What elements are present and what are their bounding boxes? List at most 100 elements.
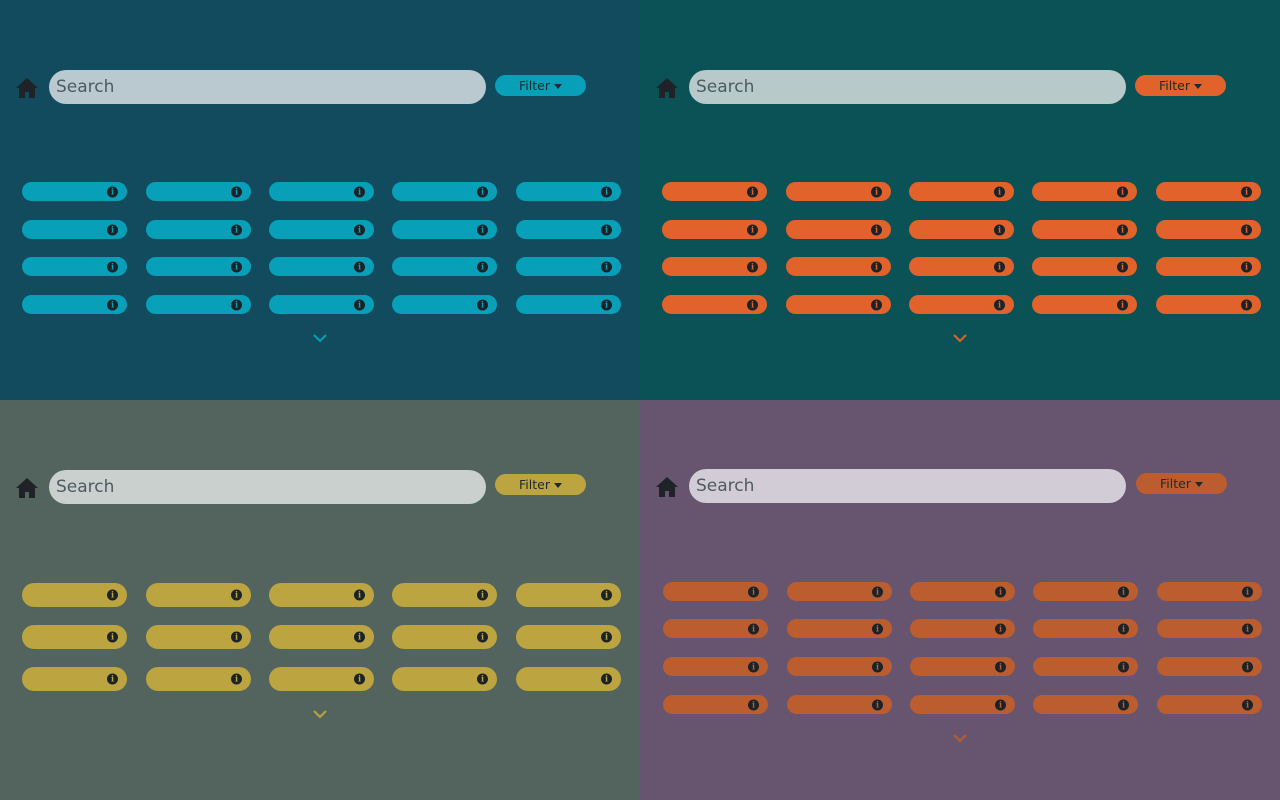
info-icon[interactable]: i	[995, 623, 1006, 634]
info-icon[interactable]: i	[107, 589, 118, 601]
info-icon[interactable]: i	[231, 299, 242, 310]
info-icon[interactable]: i	[1241, 261, 1252, 272]
filter-button[interactable]: Filter	[495, 474, 586, 495]
grid-item[interactable]: i	[662, 220, 767, 239]
info-icon[interactable]: i	[231, 673, 242, 685]
grid-item[interactable]: i	[910, 657, 1015, 676]
info-icon[interactable]: i	[871, 224, 882, 235]
info-icon[interactable]: i	[1118, 586, 1129, 597]
grid-item[interactable]: i	[1156, 295, 1261, 314]
info-icon[interactable]: i	[1241, 224, 1252, 235]
info-icon[interactable]: i	[1118, 699, 1129, 710]
info-icon[interactable]: i	[231, 186, 242, 197]
info-icon[interactable]: i	[1242, 623, 1253, 634]
info-icon[interactable]: i	[1242, 699, 1253, 710]
grid-item[interactable]: i	[392, 220, 497, 239]
info-icon[interactable]: i	[1241, 186, 1252, 197]
info-icon[interactable]: i	[994, 224, 1005, 235]
grid-item[interactable]: i	[663, 657, 768, 676]
grid-item[interactable]: i	[787, 657, 892, 676]
info-icon[interactable]: i	[477, 186, 488, 197]
info-icon[interactable]: i	[231, 261, 242, 272]
grid-item[interactable]: i	[146, 667, 251, 691]
grid-item[interactable]: i	[516, 295, 621, 314]
grid-item[interactable]: i	[392, 295, 497, 314]
info-icon[interactable]: i	[354, 186, 365, 197]
info-icon[interactable]: i	[1242, 586, 1253, 597]
chevron-down-icon[interactable]	[953, 334, 967, 343]
info-icon[interactable]: i	[1118, 661, 1129, 672]
chevron-down-icon[interactable]	[313, 334, 327, 343]
search-input[interactable]	[689, 469, 1126, 503]
grid-item[interactable]: i	[663, 619, 768, 638]
grid-item[interactable]: i	[662, 295, 767, 314]
info-icon[interactable]: i	[107, 673, 118, 685]
grid-item[interactable]: i	[22, 667, 127, 691]
grid-item[interactable]: i	[1157, 582, 1262, 601]
info-icon[interactable]: i	[871, 299, 882, 310]
home-icon[interactable]	[655, 77, 679, 99]
grid-item[interactable]: i	[269, 625, 374, 649]
filter-button[interactable]: Filter	[1136, 473, 1227, 494]
info-icon[interactable]: i	[1242, 661, 1253, 672]
grid-item[interactable]: i	[22, 182, 127, 201]
info-icon[interactable]: i	[748, 623, 759, 634]
info-icon[interactable]: i	[1117, 224, 1128, 235]
grid-item[interactable]: i	[516, 583, 621, 607]
info-icon[interactable]: i	[1117, 299, 1128, 310]
info-icon[interactable]: i	[1117, 186, 1128, 197]
info-icon[interactable]: i	[354, 299, 365, 310]
info-icon[interactable]: i	[748, 661, 759, 672]
info-icon[interactable]: i	[872, 586, 883, 597]
grid-item[interactable]: i	[269, 667, 374, 691]
grid-item[interactable]: i	[22, 220, 127, 239]
info-icon[interactable]: i	[995, 661, 1006, 672]
grid-item[interactable]: i	[516, 257, 621, 276]
info-icon[interactable]: i	[872, 623, 883, 634]
grid-item[interactable]: i	[1032, 295, 1137, 314]
grid-item[interactable]: i	[1156, 182, 1261, 201]
info-icon[interactable]: i	[354, 589, 365, 601]
info-icon[interactable]: i	[231, 224, 242, 235]
info-icon[interactable]: i	[1118, 623, 1129, 634]
grid-item[interactable]: i	[787, 695, 892, 714]
grid-item[interactable]: i	[1032, 257, 1137, 276]
filter-button[interactable]: Filter	[495, 75, 586, 96]
filter-button[interactable]: Filter	[1135, 75, 1226, 96]
info-icon[interactable]: i	[747, 186, 758, 197]
grid-item[interactable]: i	[1157, 695, 1262, 714]
grid-item[interactable]: i	[663, 582, 768, 601]
grid-item[interactable]: i	[1032, 182, 1137, 201]
info-icon[interactable]: i	[747, 261, 758, 272]
grid-item[interactable]: i	[1033, 582, 1138, 601]
info-icon[interactable]: i	[477, 631, 488, 643]
info-icon[interactable]: i	[231, 631, 242, 643]
info-icon[interactable]: i	[601, 631, 612, 643]
info-icon[interactable]: i	[994, 186, 1005, 197]
grid-item[interactable]: i	[392, 182, 497, 201]
grid-item[interactable]: i	[269, 257, 374, 276]
grid-item[interactable]: i	[146, 295, 251, 314]
info-icon[interactable]: i	[601, 261, 612, 272]
info-icon[interactable]: i	[747, 299, 758, 310]
grid-item[interactable]: i	[786, 295, 891, 314]
info-icon[interactable]: i	[748, 586, 759, 597]
grid-item[interactable]: i	[146, 257, 251, 276]
info-icon[interactable]: i	[107, 261, 118, 272]
info-icon[interactable]: i	[601, 673, 612, 685]
info-icon[interactable]: i	[601, 186, 612, 197]
info-icon[interactable]: i	[871, 186, 882, 197]
info-icon[interactable]: i	[871, 261, 882, 272]
info-icon[interactable]: i	[601, 299, 612, 310]
grid-item[interactable]: i	[146, 625, 251, 649]
grid-item[interactable]: i	[392, 625, 497, 649]
grid-item[interactable]: i	[146, 182, 251, 201]
grid-item[interactable]: i	[516, 667, 621, 691]
info-icon[interactable]: i	[354, 631, 365, 643]
search-input[interactable]	[689, 70, 1126, 104]
search-input[interactable]	[49, 470, 486, 504]
grid-item[interactable]: i	[910, 695, 1015, 714]
info-icon[interactable]: i	[354, 261, 365, 272]
info-icon[interactable]: i	[1117, 261, 1128, 272]
grid-item[interactable]: i	[269, 220, 374, 239]
